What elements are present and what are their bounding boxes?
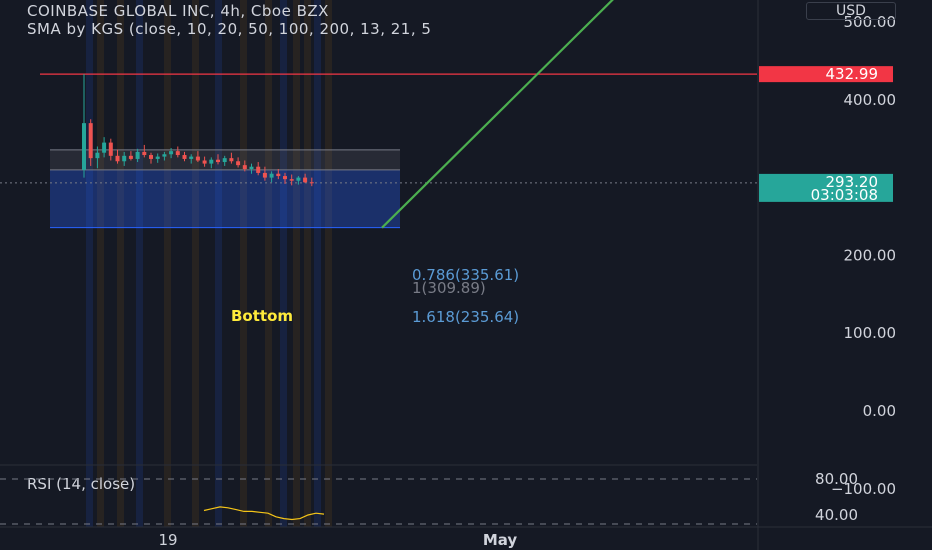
time-band-6: [215, 0, 222, 527]
candle-body-22: [229, 158, 234, 162]
indicator-title: SMA by KGS (close, 10, 20, 50, 100, 200,…: [27, 20, 432, 38]
fib-label-1: 1(309.89): [412, 279, 486, 297]
candle-body-3: [102, 142, 107, 153]
symbol-title: COINBASE GLOBAL INC, 4h, Cboe BZX: [27, 2, 329, 20]
fib-labels: 0.786(335.61)1(309.89)1.618(235.64): [412, 266, 519, 326]
candle-body-31: [289, 179, 294, 181]
candle-body-21: [222, 158, 227, 163]
time-band-3: [136, 0, 143, 527]
time-band-5: [192, 0, 199, 527]
rsi-tick-40.00: 40.00: [815, 506, 858, 524]
candle-body-30: [283, 176, 287, 180]
price-tick-100.00: 100.00: [844, 324, 897, 342]
price-tick-200.00: 200.00: [844, 246, 897, 264]
candle-body-15: [182, 155, 187, 159]
time-band-7: [240, 0, 247, 527]
candle-body-12: [162, 154, 167, 157]
time-tick-may: May: [483, 531, 518, 549]
candle-body-32: [296, 177, 301, 181]
candle-body-10: [149, 155, 153, 159]
time-band-10: [293, 0, 300, 527]
candle-body-13: [169, 151, 174, 155]
price-countdown: 03:03:08: [811, 186, 878, 204]
candle-body-23: [236, 161, 241, 166]
candle-body-27: [262, 172, 267, 178]
time-highlight-bands: [86, 0, 332, 527]
candle-body-20: [216, 159, 220, 163]
candle-body-29: [276, 173, 281, 177]
candle-body-1: [88, 123, 93, 159]
candle-body-18: [202, 160, 207, 164]
candle-body-26: [256, 166, 261, 173]
price-label-lower-level: 432.99: [826, 65, 879, 83]
candle-body-4: [108, 142, 113, 156]
candle-body-9: [142, 151, 147, 156]
candle-body-24: [242, 165, 247, 170]
candle-body-28: [269, 173, 274, 178]
rsi-tick-80.00: 80.00: [815, 470, 858, 488]
rsi-title: RSI (14, close): [27, 475, 135, 493]
currency-button[interactable]: USD: [806, 2, 896, 20]
rsi-pane: RSI (14, close): [0, 475, 757, 525]
price-tick-0.00: 0.00: [863, 402, 896, 420]
chart-canvas[interactable]: Bottom 0.786(335.61)1(309.89)1.618(235.6…: [0, 0, 932, 550]
time-band-0: [86, 0, 93, 527]
candle-body-8: [135, 151, 140, 159]
candle-body-14: [175, 151, 180, 156]
time-band-8: [265, 0, 272, 527]
candle-body-25: [249, 166, 254, 170]
time-band-1: [97, 0, 104, 527]
candle-body-6: [122, 155, 127, 162]
fib-label-1.618: 1.618(235.64): [412, 308, 519, 326]
time-band-13: [325, 0, 332, 527]
candle-body-11: [155, 156, 160, 159]
candle-body-34: [309, 182, 314, 184]
candle-body-7: [128, 155, 133, 159]
fib-zone-lower: [50, 169, 400, 228]
candle-body-19: [209, 159, 214, 164]
time-band-4: [164, 0, 171, 527]
price-tick-400.00: 400.00: [844, 91, 897, 109]
candle-body-33: [303, 177, 308, 183]
time-band-9: [280, 0, 287, 527]
time-tick-19: 19: [158, 531, 177, 549]
time-axis[interactable]: 19 May: [158, 531, 517, 549]
candle-body-5: [115, 155, 120, 162]
time-band-2: [117, 0, 124, 527]
time-band-12: [314, 0, 321, 527]
time-band-11: [304, 0, 311, 527]
bottom-label: Bottom: [231, 307, 293, 325]
candle-body-16: [189, 156, 194, 159]
candle-body-0: [82, 123, 86, 170]
candle-body-17: [195, 156, 200, 161]
candle-body-2: [95, 152, 100, 159]
